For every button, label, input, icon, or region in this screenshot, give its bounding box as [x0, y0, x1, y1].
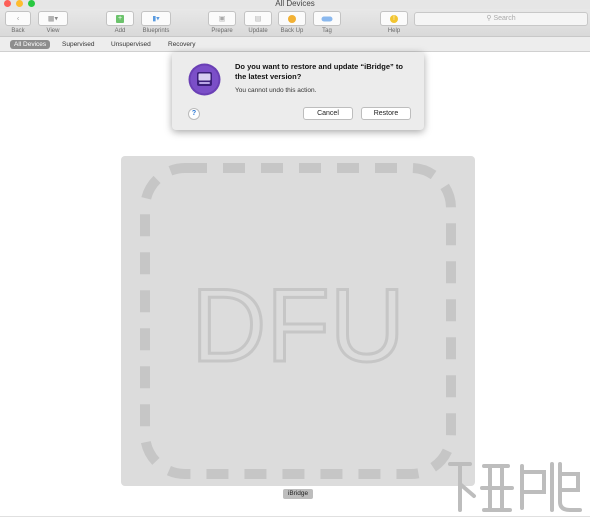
configurator-app-icon [188, 63, 221, 96]
tag-button[interactable]: Tag [313, 11, 341, 34]
blueprints-icon: ▮▾ [152, 15, 160, 22]
tab-all-devices[interactable]: All Devices [10, 40, 51, 49]
dfu-device-graphic: DFU [140, 163, 456, 479]
prepare-button[interactable]: ▣ Prepare [208, 11, 236, 34]
tab-recovery[interactable]: Recovery [164, 40, 199, 49]
add-button[interactable]: + Add [106, 11, 134, 34]
cancel-button[interactable]: Cancel [303, 107, 353, 120]
update-button[interactable]: ▤ Update [244, 11, 272, 34]
search-placeholder: Search [493, 15, 516, 22]
prepare-icon: ▣ [218, 15, 226, 22]
tab-unsupervised[interactable]: Unsupervised [107, 40, 155, 49]
help-button[interactable]: ! Help [380, 11, 408, 34]
back-button[interactable]: ‹ Back [5, 11, 31, 34]
help-icon: ! [390, 14, 398, 23]
restore-button[interactable]: Restore [361, 107, 411, 120]
dialog-message: You cannot undo this action. [235, 87, 317, 94]
dialog-title: Do you want to restore and update “iBrid… [235, 62, 403, 81]
blueprints-button[interactable]: ▮▾ Blueprints [139, 11, 173, 34]
chevron-left-icon: ‹ [16, 15, 20, 22]
tag-icon [321, 16, 333, 21]
grid-view-icon: ▦▾ [47, 15, 59, 22]
update-icon: ▤ [254, 15, 262, 22]
watermark-logo [448, 462, 582, 512]
view-button[interactable]: ▦▾ View [38, 11, 68, 34]
tab-supervised[interactable]: Supervised [58, 40, 99, 49]
plus-icon: + [116, 14, 124, 23]
search-icon: ⚲ [486, 15, 492, 22]
backup-icon [288, 14, 296, 23]
help-icon[interactable]: ? [188, 108, 200, 120]
window-title: All Devices [275, 0, 315, 8]
dfu-mode-label: DFU [191, 268, 405, 384]
dfu-device-card[interactable]: DFU [121, 156, 475, 486]
restore-confirm-dialog: Do you want to restore and update “iBrid… [172, 52, 424, 130]
filter-tabs: All Devices Supervised Unsupervised Reco… [0, 37, 590, 52]
device-name-label: iBridge [283, 489, 313, 499]
title-bar: All Devices [0, 0, 590, 9]
search-input[interactable]: ⚲ Search [414, 12, 588, 26]
backup-button[interactable]: Back Up [277, 11, 307, 34]
